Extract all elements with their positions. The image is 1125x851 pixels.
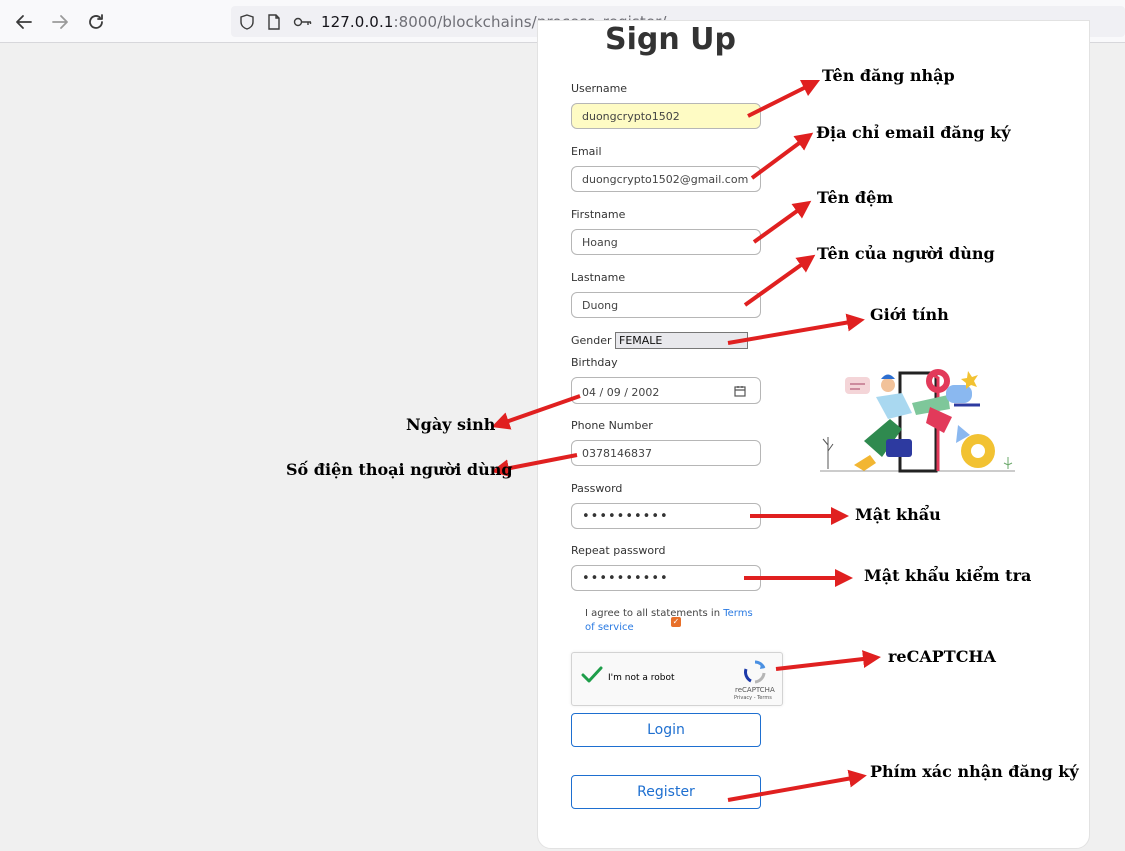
annotation-register: Phím xác nhận đăng ký bbox=[870, 762, 1079, 781]
arrow-username bbox=[747, 79, 821, 118]
arrow-birthday bbox=[491, 394, 581, 430]
arrow-captcha bbox=[775, 650, 881, 671]
annotation-password: Mật khẩu bbox=[855, 505, 941, 524]
arrow-register bbox=[727, 769, 867, 802]
annotation-captcha: reCAPTCHA bbox=[888, 647, 996, 666]
annotation-firstname: Tên đệm bbox=[817, 188, 894, 207]
arrow-email bbox=[750, 132, 814, 180]
annotation-username: Tên đăng nhập bbox=[822, 66, 955, 85]
annotation-gender: Giới tính bbox=[870, 305, 949, 324]
annotation-phone: Số điện thoại người dùng bbox=[286, 460, 513, 479]
arrow-lastname bbox=[743, 254, 816, 307]
annotation-birthday: Ngày sinh bbox=[406, 415, 496, 434]
arrow-gender bbox=[727, 313, 865, 345]
annotation-repeat: Mật khẩu kiểm tra bbox=[864, 566, 1032, 585]
annotation-email: Địa chỉ email đăng ký bbox=[816, 123, 1011, 142]
annotation-lastname: Tên của người dùng bbox=[817, 244, 995, 263]
arrow-firstname bbox=[752, 200, 812, 244]
